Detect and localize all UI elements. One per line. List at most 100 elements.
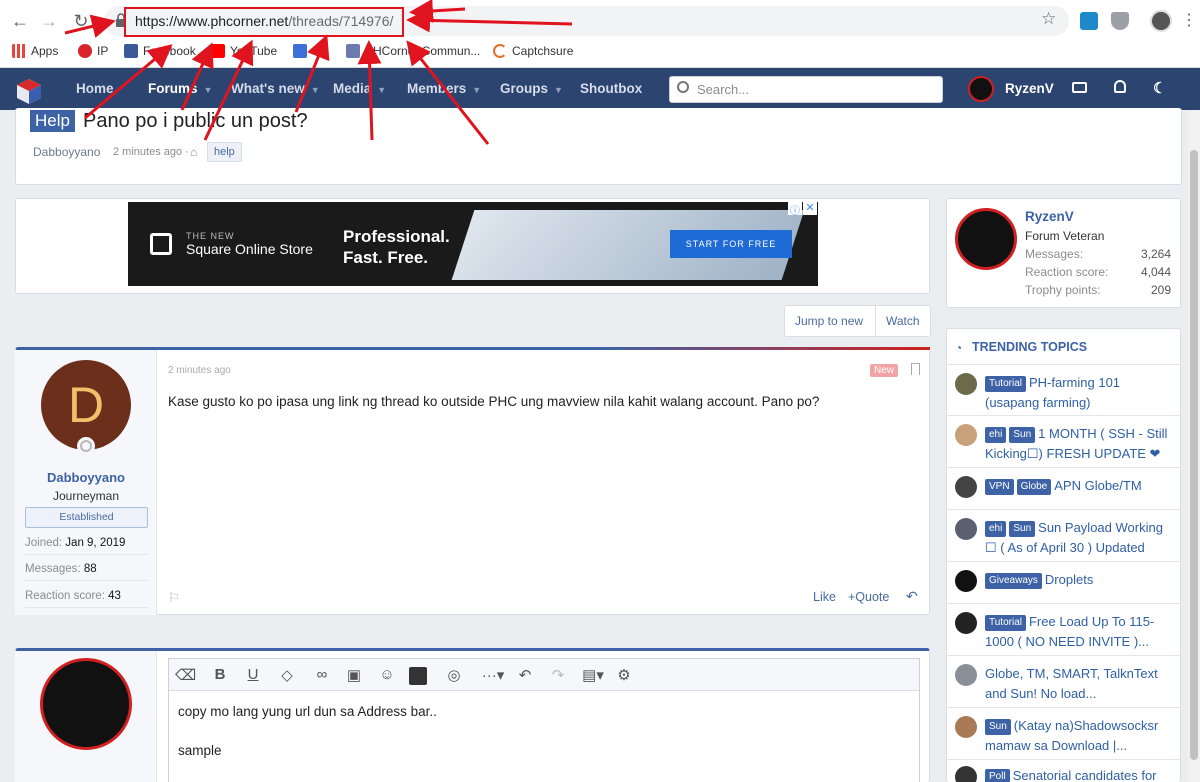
post-author-name[interactable]: Dabboyyano — [15, 470, 157, 485]
trending-item[interactable]: Globe, TM, SMART, TalknText and Sun! No … — [955, 664, 1177, 704]
nav-label: Groups — [500, 81, 549, 96]
trending-item[interactable]: Giveaways Droplets — [955, 570, 1177, 592]
stat-label: Messages: — [1025, 247, 1084, 261]
scrollbar-thumb[interactable] — [1190, 150, 1198, 760]
settings-gear-icon[interactable]: ⚙ — [614, 666, 634, 684]
trending-item[interactable]: Poll Senatorial candidates for — [955, 766, 1177, 782]
reply-author-avatar[interactable] — [40, 658, 132, 750]
nav-groups[interactable]: Groups ▼ — [500, 81, 563, 96]
nav-home[interactable]: Home — [76, 81, 114, 96]
caret-down-icon[interactable]: ▼ — [554, 85, 563, 95]
camera-icon[interactable]: ◎ — [444, 666, 464, 684]
bookmark-phcorner[interactable]: PHCorner Commun... — [346, 44, 480, 58]
extension-s-icon[interactable] — [1080, 12, 1098, 30]
stat-divider — [25, 554, 148, 555]
watch-button[interactable]: Watch — [886, 314, 920, 328]
thread-prefix-badge[interactable]: Help — [30, 110, 75, 132]
eraser-icon[interactable]: ⌫ — [175, 666, 196, 684]
nav-label: Home — [76, 81, 114, 96]
trending-item[interactable]: Sun (Katay na)Shadowsocksr mamaw sa Downl… — [955, 716, 1177, 756]
url-highlight-box — [124, 7, 404, 37]
undo-icon[interactable]: ↶ — [515, 666, 535, 684]
envelope-icon[interactable] — [1072, 82, 1087, 93]
underline-icon[interactable]: U — [243, 666, 263, 683]
trending-avatar — [955, 766, 977, 782]
prefix-badge: ehi — [985, 521, 1007, 537]
post-time[interactable]: 2 minutes ago — [168, 365, 231, 376]
nav-username[interactable]: RyzenV — [1005, 81, 1054, 96]
jump-to-new-button[interactable]: Jump to new — [795, 314, 863, 328]
nav-whats-new[interactable]: What's new ▼ — [231, 81, 320, 96]
link-icon[interactable]: ∞ — [312, 666, 332, 683]
trending-clock-icon: ◔ — [955, 341, 963, 355]
bookmark-captchsure[interactable]: Captchsure — [493, 44, 573, 58]
nav-members[interactable]: Members ▼ — [407, 81, 481, 96]
stat-value: 88 — [83, 563, 97, 575]
post-messages: Messages: 88 — [25, 563, 97, 575]
trending-title: Droplets — [1044, 572, 1094, 587]
reply-text-line-1[interactable]: copy mo lang yung url dun sa Address bar… — [178, 704, 437, 719]
menu-dots-icon[interactable]: ⋮ — [1178, 10, 1200, 32]
caret-down-icon[interactable]: ▼ — [204, 85, 213, 95]
phcorner-logo[interactable] — [15, 77, 43, 105]
media-icon[interactable] — [409, 667, 427, 685]
report-flag-icon[interactable]: ⚐ — [168, 590, 180, 606]
bookmark-ip[interactable]: IP — [78, 44, 108, 58]
save-draft-icon[interactable]: ▤▾ — [580, 666, 606, 684]
bookmark-ow[interactable]: ow — [293, 44, 327, 58]
trending-divider — [946, 561, 1181, 562]
color-drop-icon[interactable]: ◇ — [277, 666, 297, 684]
trending-item[interactable]: Tutorial PH-farming 101 (usapang farming) — [955, 373, 1177, 413]
trending-item[interactable]: VPN Globe APN Globe/TM — [955, 476, 1177, 498]
ad-headline-1: Professional. — [343, 227, 450, 246]
bookmark-label: ow — [312, 44, 328, 58]
ad-info-icon[interactable]: ⓘ — [788, 202, 802, 217]
bell-icon[interactable] — [1114, 80, 1126, 93]
thread-title: Pano po i public un post? — [83, 110, 308, 132]
like-button[interactable]: Like — [813, 590, 836, 604]
ad-close-icon[interactable]: ✕ — [803, 202, 817, 215]
share-icon[interactable]: ↶ — [906, 588, 918, 605]
thread-tag[interactable]: help — [207, 142, 242, 162]
trending-item[interactable]: Tutorial Free Load Up To 115-1000 ( NO NE… — [955, 612, 1177, 652]
nav-shoutbox[interactable]: Shoutbox — [580, 81, 642, 96]
trending-item[interactable]: ehi Sun 1 MONTH ( SSH - Still Kicking☐) FR… — [955, 424, 1177, 464]
trending-divider — [946, 603, 1181, 604]
trending-item[interactable]: ehi Sun Sun Payload Working ☐ ( As of Apri… — [955, 518, 1177, 558]
profile-title: Forum Veteran — [1025, 229, 1105, 243]
prefix-badge: Tutorial — [985, 376, 1026, 392]
caret-down-icon[interactable]: ▼ — [472, 85, 481, 95]
profile-stat-trophy: Trophy points: 209 — [1025, 283, 1171, 297]
post-author-rank: Journeyman — [52, 489, 120, 503]
reload-icon[interactable]: ↻ — [70, 10, 92, 32]
thread-author-link[interactable]: Dabboyyano — [33, 145, 100, 159]
nav-media[interactable]: Media ▼ — [333, 81, 386, 96]
ad-cta-button[interactable]: START FOR FREE — [670, 230, 792, 258]
bookmark-apps[interactable]: Apps — [12, 44, 58, 58]
smiley-icon[interactable]: ☺ — [377, 666, 397, 683]
bookmark-icon[interactable] — [911, 363, 920, 375]
reply-text-line-2[interactable]: sample — [178, 743, 222, 758]
redo-icon[interactable]: ↷ — [548, 666, 568, 684]
bookmark-facebook[interactable]: Facebook — [124, 44, 196, 58]
moon-icon[interactable]: ☾ — [1153, 79, 1166, 97]
profile-name[interactable]: RyzenV — [1025, 209, 1074, 224]
quote-button[interactable]: +Quote — [848, 590, 889, 604]
caret-down-icon[interactable]: ▼ — [377, 85, 386, 95]
nav-forums[interactable]: Forums ▼ — [148, 81, 212, 96]
forward-icon[interactable]: → — [38, 10, 60, 32]
bookmark-youtube[interactable]: YouTube — [211, 44, 277, 58]
user-avatar[interactable] — [968, 76, 994, 102]
bold-icon[interactable]: B — [210, 666, 230, 683]
back-icon[interactable]: ← — [9, 10, 31, 32]
shield-icon[interactable] — [1111, 12, 1129, 30]
star-icon[interactable]: ☆ — [1041, 9, 1056, 29]
stat-divider — [25, 580, 148, 581]
profile-avatar[interactable] — [955, 208, 1017, 270]
bookmark-label: PHCorner Commun... — [365, 44, 481, 58]
bookmark-label: IP — [97, 44, 109, 58]
browser-avatar[interactable] — [1150, 10, 1172, 32]
image-icon[interactable]: ▣ — [344, 666, 364, 684]
caret-down-icon[interactable]: ▼ — [311, 85, 320, 95]
more-options-icon[interactable]: ···▾ — [478, 666, 508, 684]
